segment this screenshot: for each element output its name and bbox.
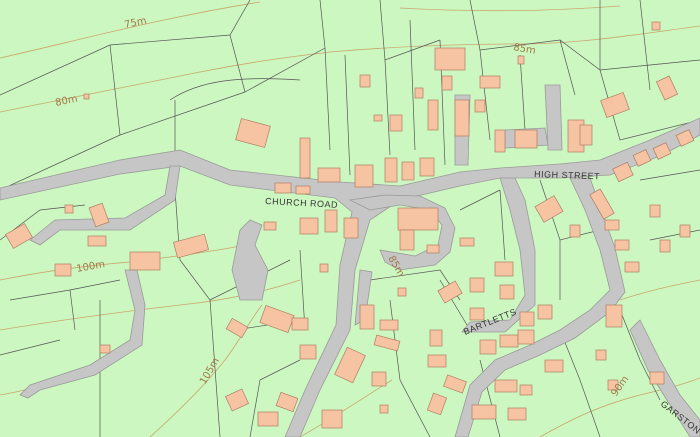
map-canvas[interactable]: CHURCH ROAD HIGH STREET BARTLETTS GARSTO…: [0, 0, 700, 437]
